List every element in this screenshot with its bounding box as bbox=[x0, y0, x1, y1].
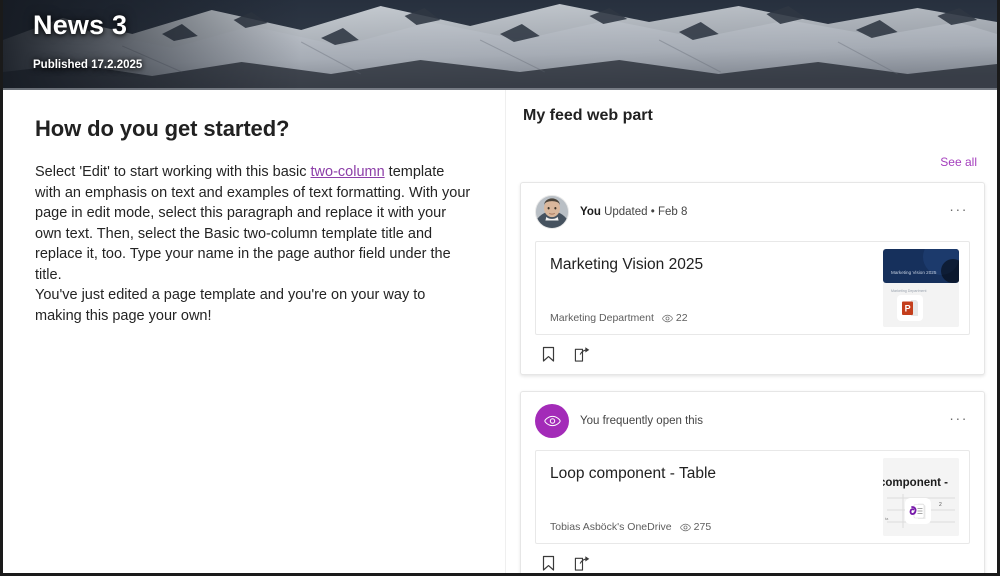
actor-name: You bbox=[580, 206, 601, 218]
column-divider bbox=[505, 90, 506, 573]
card-actions bbox=[535, 335, 970, 364]
share-glyph bbox=[574, 347, 590, 362]
web-part-title: My feed web part bbox=[523, 107, 653, 124]
share-glyph bbox=[574, 556, 590, 571]
share-icon[interactable] bbox=[574, 555, 591, 572]
see-all-link[interactable]: See all bbox=[940, 155, 977, 169]
feed-card[interactable]: You frequently open this ··· Loop compon… bbox=[520, 391, 985, 573]
view-count-value: 275 bbox=[693, 521, 712, 533]
left-column: How do you get started? Select 'Edit' to… bbox=[3, 90, 503, 573]
document-thumbnail: Marketing Vision 2025 Marketing Departme… bbox=[883, 249, 959, 327]
document-meta: Marketing Department 22 bbox=[550, 312, 688, 324]
view-count: 22 bbox=[662, 312, 688, 324]
svg-text:2: 2 bbox=[939, 502, 942, 508]
svg-text:P: P bbox=[905, 304, 911, 314]
loop-thumbnail-image: component - ta 2 bbox=[883, 458, 959, 536]
card-overflow-menu-icon[interactable]: ··· bbox=[949, 411, 968, 425]
avatar-portrait-image bbox=[536, 196, 568, 228]
eye-icon bbox=[662, 314, 673, 322]
page-title: News 3 bbox=[33, 10, 128, 40]
eye-icon bbox=[543, 415, 561, 427]
bookmark-glyph bbox=[542, 346, 555, 362]
page-content: How do you get started? Select 'Edit' to… bbox=[3, 90, 997, 573]
document-source: Tobias Asböck's OneDrive bbox=[550, 521, 672, 533]
document-meta: Tobias Asböck's OneDrive 275 bbox=[550, 521, 711, 533]
svg-text:Marketing Vision 2025: Marketing Vision 2025 bbox=[891, 270, 937, 275]
section-heading: How do you get started? bbox=[35, 116, 290, 141]
page-viewport: News 3 Published 17.2.2025 How do you ge… bbox=[0, 0, 1000, 576]
view-count-value: 22 bbox=[675, 312, 688, 324]
see-all-row: See all bbox=[520, 155, 985, 169]
right-column: My feed web part See all You Updated • F… bbox=[503, 90, 997, 573]
hero-text-block: News 3 Published 17.2.2025 bbox=[33, 8, 142, 71]
two-column-link[interactable]: two-column bbox=[311, 164, 385, 180]
feed-card-header: You Updated • Feb 8 ··· bbox=[535, 195, 970, 229]
intro-paragraph: Select 'Edit' to start working with this… bbox=[35, 162, 473, 326]
activity-text: Updated • Feb 8 bbox=[600, 206, 688, 218]
hero-banner: News 3 Published 17.2.2025 bbox=[3, 0, 997, 90]
bookmark-icon[interactable] bbox=[541, 555, 556, 572]
document-source: Marketing Department bbox=[550, 312, 654, 324]
eye-icon bbox=[679, 523, 691, 531]
feed-card-header: You frequently open this ··· bbox=[535, 404, 970, 438]
share-icon[interactable] bbox=[574, 346, 591, 363]
card-overflow-menu-icon[interactable]: ··· bbox=[949, 202, 968, 216]
paragraph-text-after-link: template with an emphasis on text and ex… bbox=[35, 164, 471, 283]
paragraph-two: You've just edited a page template and y… bbox=[35, 287, 426, 324]
document-preview[interactable]: Marketing Vision 2025 Marketing Departme… bbox=[535, 241, 970, 335]
snowy-mountain-banner-image bbox=[3, 0, 997, 90]
feed-card[interactable]: You Updated • Feb 8 ··· Marketing Vision… bbox=[520, 182, 985, 375]
published-date: Published 17.2.2025 bbox=[33, 59, 143, 71]
bookmark-glyph bbox=[542, 555, 555, 571]
document-thumbnail: component - ta 2 bbox=[883, 458, 959, 536]
svg-text:component -: component - bbox=[883, 477, 948, 489]
frequently-opened-eye-icon[interactable] bbox=[535, 404, 569, 438]
svg-text:Marketing Department: Marketing Department bbox=[891, 289, 927, 293]
powerpoint-thumbnail-image: Marketing Vision 2025 Marketing Departme… bbox=[883, 249, 959, 327]
feed-card-activity: You Updated • Feb 8 bbox=[580, 206, 687, 218]
activity-text: You frequently open this bbox=[580, 415, 703, 427]
feed-card-activity: You frequently open this bbox=[580, 415, 703, 427]
view-count: 275 bbox=[679, 521, 712, 533]
user-avatar-photo[interactable] bbox=[535, 195, 569, 229]
paragraph-text-before-link: Select 'Edit' to start working with this… bbox=[35, 164, 311, 180]
document-preview[interactable]: Loop component - Table Tobias Asböck's O… bbox=[535, 450, 970, 544]
bookmark-icon[interactable] bbox=[541, 346, 556, 363]
card-actions bbox=[535, 544, 970, 573]
